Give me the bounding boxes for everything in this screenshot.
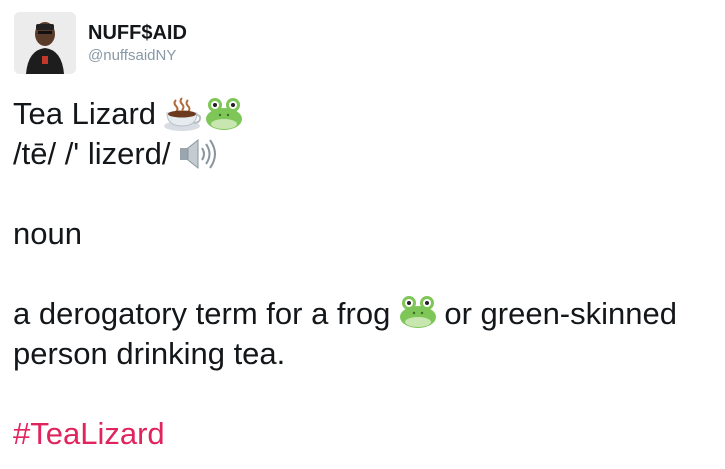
pronunciation-line: /tē/ /' lizerd/ bbox=[13, 134, 718, 174]
avatar[interactable] bbox=[14, 12, 76, 74]
author-handle[interactable]: @nuffsaidNY bbox=[88, 46, 187, 66]
tweet-text: Tea Lizard /tē/ /' lizerd/ noun a deroga… bbox=[13, 94, 718, 454]
definition: a derogatory term for a frog or green-sk… bbox=[13, 294, 718, 374]
hashtag-line: #TeaLizard bbox=[13, 414, 718, 454]
part-of-speech: noun bbox=[13, 216, 82, 251]
hashtag-link[interactable]: #TeaLizard bbox=[13, 414, 165, 454]
tweet-header: NUFF$AID @nuffsaidNY bbox=[14, 12, 187, 74]
author-names: NUFF$AID @nuffsaidNY bbox=[88, 21, 187, 66]
speaker-icon bbox=[179, 138, 216, 170]
frog-face-icon bbox=[400, 296, 437, 328]
pronunciation: /tē/ /' lizerd/ bbox=[13, 136, 171, 171]
tea-cup-icon bbox=[164, 97, 202, 131]
title-line: Tea Lizard bbox=[13, 94, 718, 134]
frog-face-icon bbox=[206, 98, 243, 130]
tweet-title: Tea Lizard bbox=[13, 96, 157, 131]
definition-start: a derogatory term for a frog bbox=[13, 296, 391, 331]
author-display-name[interactable]: NUFF$AID bbox=[88, 21, 187, 45]
user-photo-avatar-icon bbox=[14, 12, 76, 74]
